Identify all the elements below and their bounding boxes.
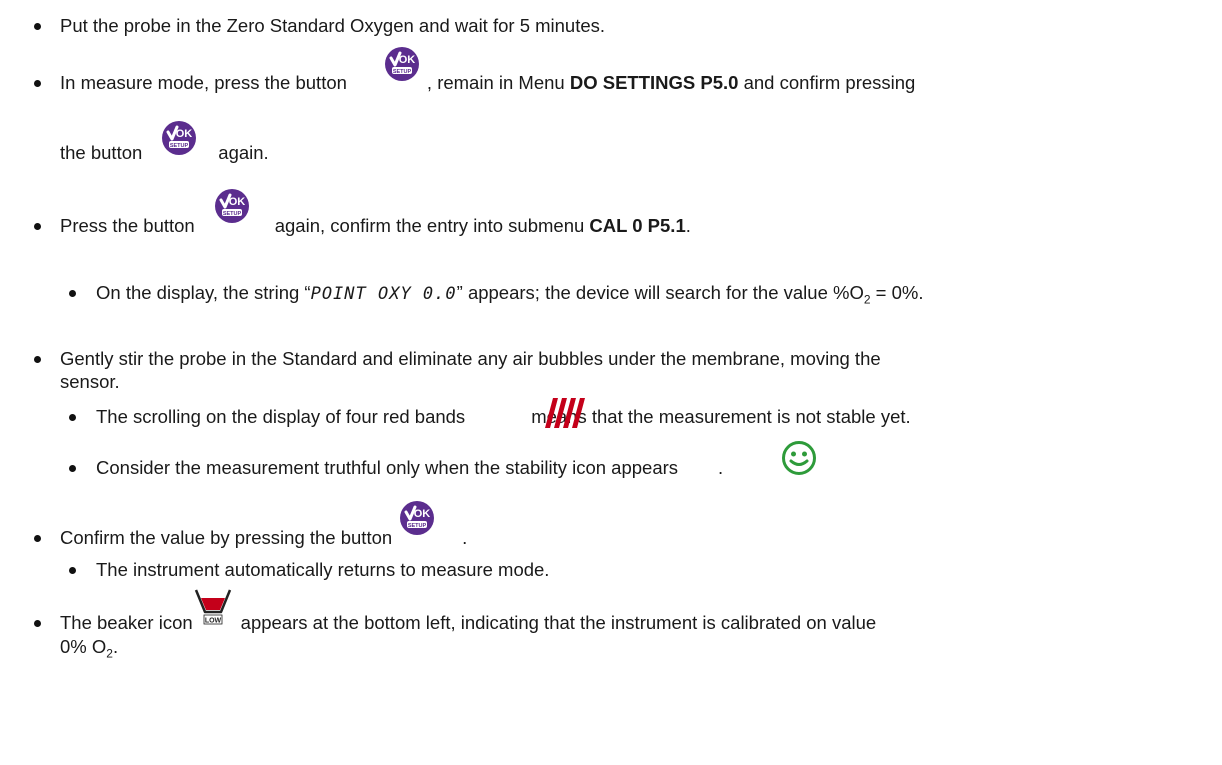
step-2-mid: , remain in Menu: [426, 72, 565, 93]
step-3-post: again, confirm the entry into submenu: [274, 215, 585, 236]
beaker-low-icon: LOW: [194, 589, 232, 625]
beaker-label: LOW: [205, 618, 222, 625]
smiley-stability-icon: [782, 441, 816, 475]
step-4-line-2: sensor.: [60, 371, 120, 392]
menu-name: DO SETTINGS P5.0: [569, 72, 739, 93]
step-4a-pre: The scrolling on the display of four red…: [96, 406, 466, 427]
red-bands-icon: [545, 398, 585, 428]
bullet-marker: [69, 290, 76, 297]
step-2-cont-pre: the button: [60, 142, 143, 163]
step-3-pre: Press the button: [60, 215, 195, 236]
ok-setup-button-icon: [399, 500, 435, 536]
bullet-marker: [34, 23, 41, 30]
bullet-marker: [69, 414, 76, 421]
step-3a-text: On the display, the string “POINT OXY 0.…: [96, 282, 924, 311]
step-6-pre: The beaker icon: [60, 612, 193, 633]
bullet-marker: [34, 80, 41, 87]
step-4b-pre: Consider the measurement truthful only w…: [96, 457, 679, 478]
submenu-name: CAL 0 P5.1: [589, 215, 686, 236]
ok-setup-button-icon: [161, 120, 197, 156]
step-6-line2-pre: 0% O: [60, 636, 107, 657]
bullet-marker: [34, 223, 41, 230]
lcd-string: POINT OXY 0.0: [310, 284, 457, 304]
step-5a-text: The instrument automatically returns to …: [96, 559, 550, 580]
bullet-marker: [34, 356, 41, 363]
step-5-pre: Confirm the value by pressing the button: [60, 527, 393, 548]
subscript: 2: [106, 646, 113, 661]
step-1-text: Put the probe in the Zero Standard Oxyge…: [60, 15, 606, 36]
bullet-marker: [69, 567, 76, 574]
step-3-text: Press the button again, confirm the entry…: [60, 215, 691, 237]
step-2-line-1: In measure mode, press the button , remai…: [60, 72, 915, 94]
step-2-cont-post: again.: [218, 142, 269, 163]
step-2-post: and confirm pressing: [743, 72, 916, 93]
step-4a-post: means that the measurement is not stable…: [531, 406, 911, 427]
step-3a-end: = 0%.: [870, 282, 924, 303]
bullet-marker: [69, 465, 76, 472]
step-6-line-1: The beaker icon appears at the bottom lef…: [60, 612, 876, 634]
subscript: 2: [863, 292, 871, 307]
step-4-line-1: Gently stir the probe in the Standard an…: [60, 348, 881, 369]
step-3a-pre: On the display, the string “: [96, 282, 311, 303]
step-3a-post: ” appears; the device will search for th…: [456, 282, 864, 303]
step-4b-text: Consider the measurement truthful only w…: [96, 457, 723, 479]
step-6-post: appears at the bottom left, indicating t…: [240, 612, 877, 633]
bullet-marker: [34, 535, 41, 542]
bullet-marker: [34, 620, 41, 627]
step-6-line-2: 0% O2.: [60, 636, 118, 665]
step-2-pre: In measure mode, press the button: [60, 72, 347, 93]
ok-setup-button-icon: [384, 46, 420, 82]
step-6-line2-end: .: [112, 636, 119, 657]
step-5-post: .: [462, 527, 468, 548]
step-4b-post: .: [718, 457, 724, 478]
step-3-end: .: [685, 215, 691, 236]
step-4a-text: The scrolling on the display of four red…: [96, 406, 911, 428]
ok-setup-button-icon: [214, 188, 250, 224]
